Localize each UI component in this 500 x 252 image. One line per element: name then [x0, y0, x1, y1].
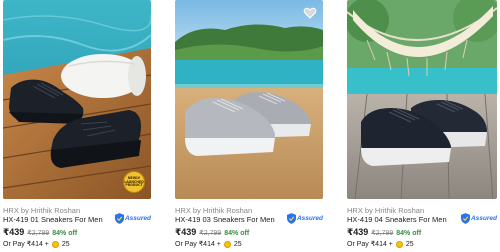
pay-with-coins-row: Or Pay ₹414 + 25 — [175, 240, 242, 248]
product-image-2[interactable] — [175, 0, 323, 199]
coin-count: 25 — [405, 240, 414, 248]
product-card-2[interactable]: HRX by Hrithik Roshan HX-419 03 Sneakers… — [175, 0, 323, 252]
price-row: ₹439 ₹2,799 84% off — [3, 227, 77, 238]
discount-label: 84% off — [52, 230, 78, 237]
assured-badge: Assured — [114, 213, 151, 224]
assured-label: Assured — [296, 215, 323, 222]
mrp-price: ₹2,799 — [27, 230, 50, 237]
product-image-1[interactable]: NEWLY LAUNCHED PRODUCT — [3, 0, 151, 199]
coin-count: 25 — [61, 240, 70, 248]
assured-shield-icon — [460, 213, 470, 224]
assured-label: Assured — [470, 215, 497, 222]
product-brand: HRX by Hrithik Roshan — [175, 206, 253, 215]
selling-price: ₹439 — [3, 227, 25, 237]
product-title[interactable]: HX-419 03 Sneakers For Men — [175, 215, 275, 224]
assured-shield-icon — [286, 213, 296, 224]
mrp-price: ₹2,799 — [371, 230, 394, 237]
assured-badge: Assured — [460, 213, 497, 224]
price-row: ₹439 ₹2,799 84% off — [175, 227, 249, 238]
assured-badge: Assured — [286, 213, 323, 224]
pay-with-coins-row: Or Pay ₹414 + 25 — [3, 240, 70, 248]
assured-shield-icon — [114, 213, 124, 224]
discount-label: 84% off — [224, 230, 250, 237]
product-title[interactable]: HX-419 01 Sneakers For Men — [3, 215, 103, 224]
selling-price: ₹439 — [347, 227, 369, 237]
product-card-3[interactable]: HRX by Hrithik Roshan HX-419 04 Sneakers… — [347, 0, 497, 252]
product-photo-black-sneakers-pool — [3, 0, 151, 199]
product-photo-black-sneakers-hammock — [347, 0, 497, 199]
selling-price: ₹439 — [175, 227, 197, 237]
pay-text: Or Pay ₹414 + — [347, 241, 393, 248]
newly-launched-badge: NEWLY LAUNCHED PRODUCT — [123, 171, 145, 193]
product-card-1[interactable]: NEWLY LAUNCHED PRODUCT HRX by Hrithik Ro… — [3, 0, 151, 252]
assured-label: Assured — [124, 215, 151, 222]
discount-label: 84% off — [396, 230, 422, 237]
supercoin-icon — [51, 240, 59, 248]
pay-with-coins-row: Or Pay ₹414 + 25 — [347, 240, 414, 248]
mrp-price: ₹2,799 — [199, 230, 222, 237]
supercoin-icon — [223, 240, 231, 248]
pay-text: Or Pay ₹414 + — [3, 241, 49, 248]
price-row: ₹439 ₹2,799 84% off — [347, 227, 421, 238]
product-photo-grey-sneakers-beach — [175, 0, 323, 199]
product-title[interactable]: HX-419 04 Sneakers For Men — [347, 215, 447, 224]
pay-text: Or Pay ₹414 + — [175, 241, 221, 248]
supercoin-icon — [395, 240, 403, 248]
product-image-3[interactable] — [347, 0, 497, 199]
heart-wishlist-icon[interactable] — [303, 6, 317, 20]
coin-count: 25 — [233, 240, 242, 248]
product-brand: HRX by Hrithik Roshan — [3, 206, 81, 215]
product-brand: HRX by Hrithik Roshan — [347, 206, 425, 215]
